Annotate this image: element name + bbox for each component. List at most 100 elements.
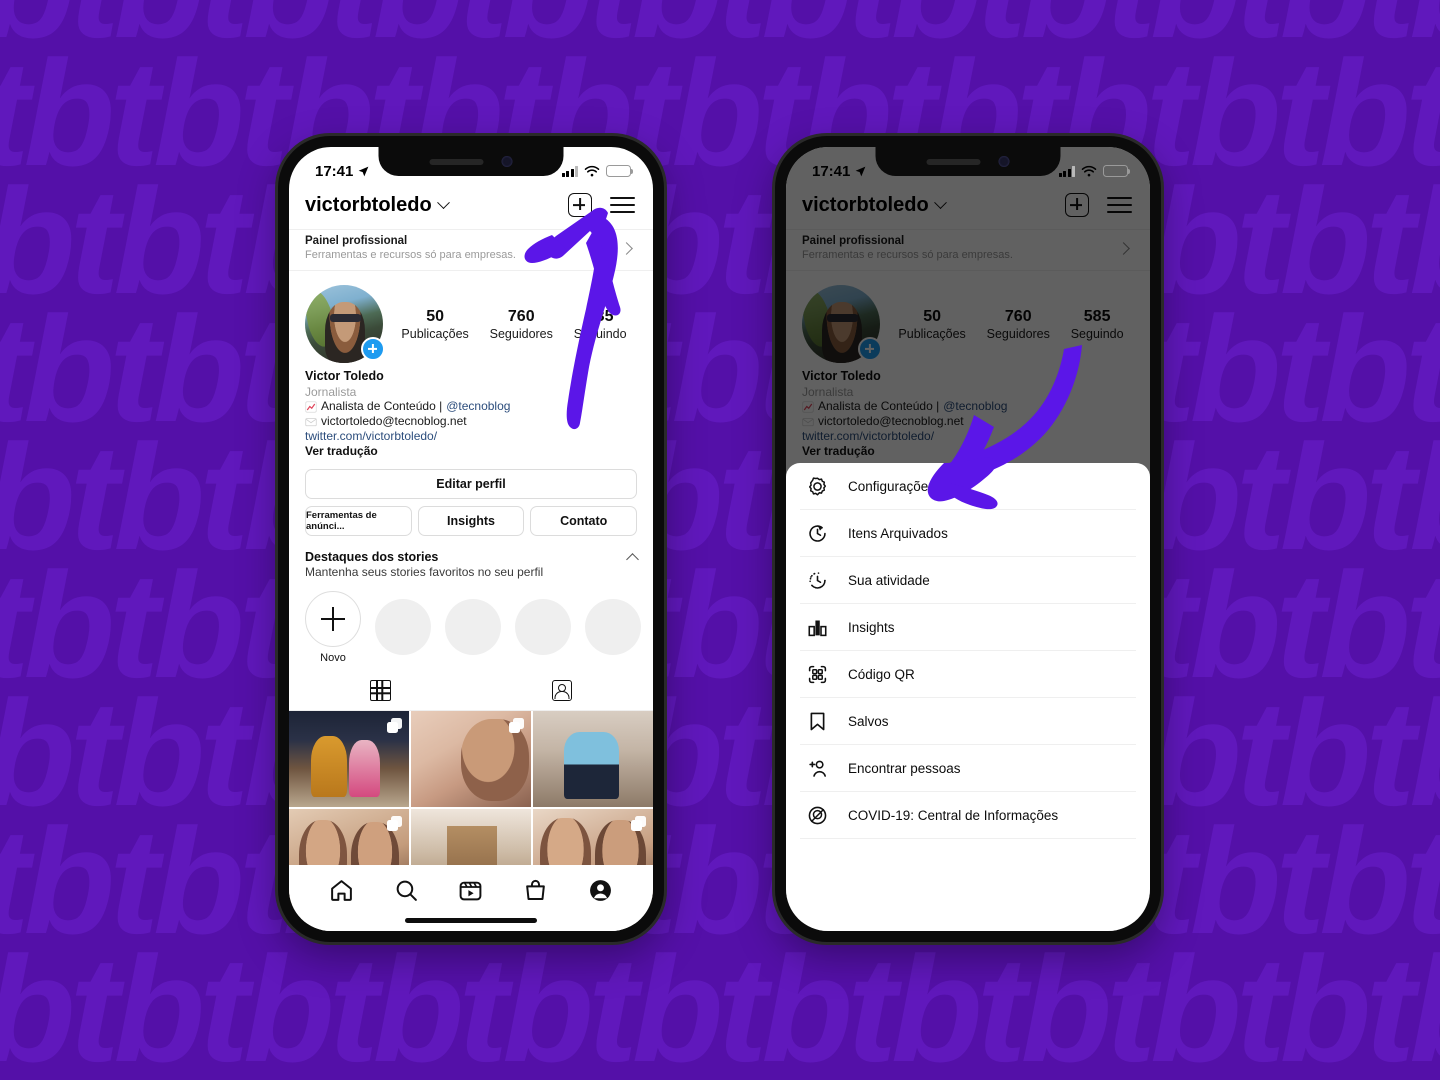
instagram-header: victorbtoledo: [289, 187, 653, 229]
hamburger-menu-icon[interactable]: [610, 196, 635, 214]
envelope-emoji-icon: [305, 417, 317, 426]
chevron-down-icon: [436, 195, 450, 209]
bio-link[interactable]: twitter.com/victorbtoledo/: [305, 429, 637, 444]
story-highlights-section: Destaques dos stories Mantenha seus stor…: [289, 536, 653, 664]
bookmark-icon: [806, 710, 828, 732]
username-dropdown[interactable]: victorbtoledo: [305, 194, 450, 217]
bio-mention[interactable]: @tecnoblog: [446, 399, 510, 414]
earpiece-speaker: [926, 158, 981, 165]
post-3[interactable]: [533, 710, 653, 807]
multi-post-icon: [509, 717, 524, 733]
profile-category: Jornalista: [305, 384, 357, 399]
contact-button[interactable]: Contato: [530, 505, 638, 536]
search-icon[interactable]: [394, 878, 419, 903]
bio-line-2: victortoledo@tecnoblog.net: [305, 414, 637, 429]
status-time: 17:41: [812, 163, 867, 180]
post-2[interactable]: [411, 710, 531, 807]
battery-icon: [1103, 165, 1131, 177]
phone-right: 17:41 victorbtoledo: [775, 136, 1161, 942]
bar-chart-icon: [806, 616, 828, 638]
highlight-placeholder[interactable]: [585, 599, 641, 656]
menu-item-itens-arquivados[interactable]: Itens Arquivados: [800, 510, 1136, 557]
plus-square-icon[interactable]: [568, 193, 592, 217]
chevron-up-icon[interactable]: [626, 553, 639, 566]
profile-avatar[interactable]: [305, 285, 385, 363]
grid-icon: [369, 680, 391, 702]
new-highlight-label: Novo: [320, 651, 346, 664]
tab-tagged[interactable]: [471, 672, 653, 710]
wifi-icon: [1081, 165, 1097, 176]
professional-panel-row[interactable]: Painel profissional Ferramentas e recurs…: [289, 229, 653, 271]
profile-icon[interactable]: [588, 878, 613, 903]
highlight-placeholder[interactable]: [445, 599, 501, 656]
edit-profile-button[interactable]: Editar perfil: [305, 468, 637, 499]
phone-left: 17:41 victorbtoledo Painel profissional …: [278, 136, 664, 942]
battery-icon: [606, 165, 634, 177]
profile-bio: Victor Toledo Jornalista Analista de Con…: [289, 363, 653, 459]
see-translation-link[interactable]: Ver tradução: [305, 444, 637, 459]
tagged-person-icon: [552, 680, 572, 702]
earpiece-speaker: [429, 158, 484, 165]
menu-item-label: Configurações: [848, 478, 936, 494]
notch: [875, 147, 1061, 176]
tab-grid[interactable]: [289, 672, 471, 710]
new-highlight-button[interactable]: [305, 590, 361, 647]
menu-item-label: Insights: [848, 619, 895, 635]
menu-item-salvos[interactable]: Salvos: [800, 698, 1136, 745]
post-1[interactable]: [289, 710, 409, 807]
menu-item-encontrar-pessoas[interactable]: Encontrar pessoas: [800, 745, 1136, 792]
menu-item-label: Itens Arquivados: [848, 525, 948, 541]
home-icon[interactable]: [329, 878, 354, 903]
menu-bottom-sheet: Configurações Itens Arquivados Sua ativi…: [786, 463, 1150, 931]
home-indicator: [405, 918, 537, 923]
stat-publicacoes[interactable]: 50 Publicações: [401, 308, 468, 341]
menu-item-sua-atividade[interactable]: Sua atividade: [800, 557, 1136, 604]
reels-icon[interactable]: [458, 878, 483, 903]
notch: [378, 147, 564, 176]
menu-item-label: Encontrar pessoas: [848, 760, 961, 776]
menu-item-label: Salvos: [848, 713, 889, 729]
highlight-placeholder[interactable]: [375, 599, 431, 656]
stat-seguidores[interactable]: 760 Seguidores: [490, 308, 553, 341]
profile-action-buttons: Editar perfil Ferramentas de anúnci... I…: [289, 459, 653, 536]
wifi-icon: [584, 165, 600, 176]
profile-summary: 50 Publicações 760 Seguidores 585 Seguin…: [289, 271, 653, 363]
menu-item-label: Sua atividade: [848, 572, 930, 588]
menu-item-configuracoes[interactable]: Configurações: [800, 463, 1136, 510]
panel-title: Painel profissional: [305, 235, 408, 247]
panel-subtitle: Ferramentas e recursos só para empresas.: [305, 249, 516, 261]
multi-post-icon: [387, 717, 402, 733]
menu-item-label: Código QR: [848, 666, 915, 682]
location-arrow-icon: [856, 166, 866, 176]
add-story-plus-badge[interactable]: [361, 337, 385, 361]
chart-emoji-icon: [305, 401, 317, 413]
menu-item-label: COVID-19: Central de Informações: [848, 807, 1059, 823]
highlight-placeholder[interactable]: [515, 599, 571, 656]
menu-item-covid-info[interactable]: COVID-19: Central de Informações: [800, 792, 1136, 839]
bio-line-1: Analista de Conteúdo | @tecnoblog: [305, 399, 637, 414]
cellular-signal-icon: [561, 165, 578, 177]
location-arrow-icon: [359, 166, 369, 176]
archive-clock-icon: [806, 522, 828, 544]
activity-clock-icon: [806, 569, 828, 591]
highlights-subtitle: Mantenha seus stories favoritos no seu p…: [305, 564, 544, 579]
shop-icon[interactable]: [523, 878, 548, 903]
ad-tools-button[interactable]: Ferramentas de anúnci...: [305, 505, 412, 536]
watermark-row: tbtbtbtbtbtbtbtbtbtbtbtbtbtbtbtbtb: [0, 925, 1440, 1080]
chevron-right-icon: [620, 241, 633, 255]
add-person-icon: [806, 757, 828, 779]
stat-seguindo[interactable]: 585 Seguindo: [574, 308, 627, 341]
front-camera: [998, 156, 1010, 167]
background-watermark: tbtbtbtbtbtbtbtbtbtbtbtbtbtbtbtbtbtbtbtb…: [0, 0, 1440, 1080]
highlights-title: Destaques dos stories: [305, 549, 439, 564]
menu-item-codigo-qr[interactable]: Código QR: [800, 651, 1136, 698]
multi-post-icon: [631, 815, 646, 831]
qr-code-icon: [806, 663, 828, 685]
covid-info-icon: [806, 804, 828, 826]
menu-item-insights[interactable]: Insights: [800, 604, 1136, 651]
front-camera: [501, 156, 513, 167]
multi-post-icon: [387, 815, 402, 831]
insights-button[interactable]: Insights: [417, 505, 525, 536]
status-time: 17:41: [315, 163, 370, 180]
profile-full-name: Victor Toledo: [305, 369, 384, 383]
